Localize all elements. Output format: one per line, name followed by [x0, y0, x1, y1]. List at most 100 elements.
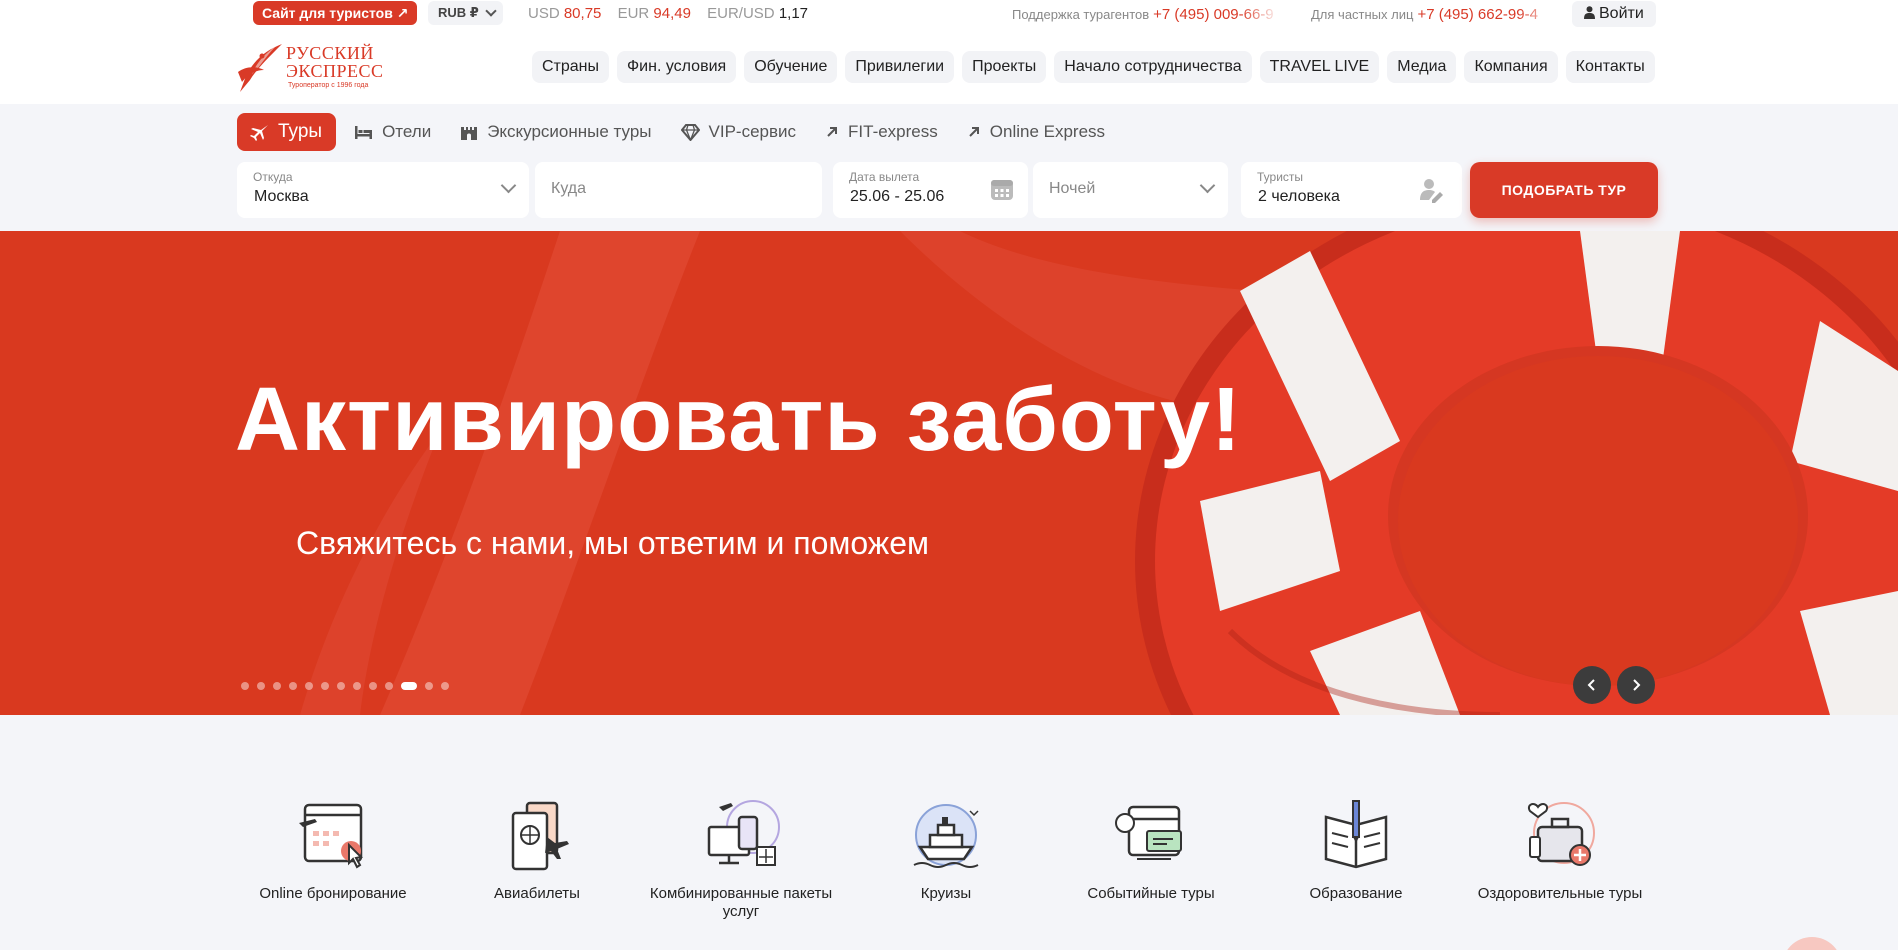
tourists-label: Туристы — [1257, 170, 1304, 184]
tab-online-express[interactable]: Online Express — [953, 113, 1120, 151]
currency-value: RUB ₽ — [438, 5, 479, 20]
event-calendar-icon — [1115, 805, 1182, 860]
arrow-up-right-icon — [825, 125, 839, 139]
swallow-logo-icon — [238, 44, 282, 92]
top-bar: Сайт для туристов ↗ RUB ₽ USD 80,75 EUR … — [0, 0, 1898, 30]
tab-fit-express[interactable]: FIT-express — [811, 113, 953, 151]
date-label: Дата вылета — [849, 170, 920, 184]
slider-dot[interactable] — [257, 682, 265, 690]
nav-countries[interactable]: Страны — [532, 51, 610, 83]
hero-subtitle: Свяжитесь с нами, мы ответим и поможем — [296, 525, 929, 561]
from-value: Москва — [254, 188, 309, 205]
cruise-ship-icon — [913, 804, 979, 868]
combined-packages-icon — [707, 800, 780, 866]
nav-start-cooperation[interactable]: Начало сотрудничества — [1054, 51, 1252, 83]
tab-hotels[interactable]: Отели — [340, 113, 446, 151]
prev-slide-button[interactable] — [1573, 666, 1611, 704]
tourist-site-button[interactable]: Сайт для туристов ↗ — [253, 1, 418, 25]
castle-icon — [460, 123, 478, 141]
category-education[interactable]: Образование — [1256, 797, 1456, 903]
chevron-down-icon — [500, 177, 517, 194]
online-booking-icon — [299, 803, 364, 869]
lifebuoy-image — [1135, 231, 1898, 715]
main-nav: Страны Фин. условия Обучение Привилегии … — [532, 51, 1655, 83]
nav-travel-live[interactable]: TRAVEL LIVE — [1259, 51, 1380, 83]
hero-banner: Активировать заботу! Свяжитесь с нами, м… — [0, 231, 1898, 715]
next-slide-button[interactable] — [1617, 666, 1655, 704]
slider-dot[interactable] — [369, 682, 377, 690]
rate-eur: EUR 94,49 — [617, 5, 691, 22]
slider-dot[interactable] — [425, 682, 433, 690]
category-online-booking[interactable]: Online бронирование — [233, 797, 433, 903]
search-tabs: Туры Отели Экскурсионные туры VIP-сервис… — [237, 113, 1120, 151]
nav-projects[interactable]: Проекты — [962, 51, 1047, 83]
air-tickets-icon — [511, 801, 569, 871]
user-edit-icon — [1419, 177, 1445, 208]
nights-field[interactable]: Ночей — [1033, 162, 1228, 218]
user-icon — [1584, 2, 1595, 28]
slider-dot[interactable] — [401, 682, 417, 690]
login-button[interactable]: Войти — [1572, 1, 1656, 27]
destination-field[interactable]: Куда — [535, 162, 822, 218]
currency-select[interactable]: RUB ₽ — [428, 1, 503, 25]
tourists-value: 2 человека — [1258, 188, 1340, 205]
nights-placeholder: Ночей — [1049, 180, 1096, 197]
wellness-suitcase-icon — [1528, 802, 1595, 866]
service-categories: Online бронирование Авиабилеты Комбиниро… — [0, 715, 1898, 950]
plane-icon — [249, 122, 269, 142]
agent-support: Поддержка турагентов +7 (495) 009-66-9 — [1012, 6, 1274, 23]
arrow-up-right-icon — [967, 125, 981, 139]
hero-title: Активировать заботу! — [235, 370, 1242, 470]
nav-media[interactable]: Медиа — [1387, 51, 1457, 83]
education-book-icon — [1324, 800, 1388, 869]
category-combined-packages[interactable]: Комбинированные пакеты услуг — [641, 797, 841, 921]
logo-line2: ЭКСПРЕСС — [286, 61, 384, 81]
slider-dot[interactable] — [289, 682, 297, 690]
private-support: Для частных лиц +7 (495) 662-99-4 — [1311, 6, 1538, 23]
tab-tours[interactable]: Туры — [237, 113, 337, 151]
diamond-icon — [680, 123, 700, 141]
slider-dot[interactable] — [321, 682, 329, 690]
rate-eur-usd: EUR/USD 1,17 — [707, 5, 809, 22]
tab-vip[interactable]: VIP-сервис — [667, 113, 812, 151]
logo-tagline: Туроператор с 1996 года — [288, 82, 369, 89]
slider-dots — [241, 682, 449, 690]
find-tour-button[interactable]: ПОДОБРАТЬ ТУР — [1470, 162, 1658, 218]
logo-line1: РУССКИЙ — [286, 43, 374, 63]
nav-contacts[interactable]: Контакты — [1565, 51, 1655, 83]
slider-dot[interactable] — [273, 682, 281, 690]
nav-privileges[interactable]: Привилегии — [845, 51, 955, 83]
tab-excursions[interactable]: Экскурсионные туры — [446, 113, 666, 151]
nav-training[interactable]: Обучение — [744, 51, 838, 83]
from-field[interactable]: Откуда Москва — [237, 162, 529, 218]
slider-dot[interactable] — [441, 682, 449, 690]
calendar-icon — [989, 176, 1015, 207]
category-event-tours[interactable]: Событийные туры — [1051, 797, 1251, 903]
chevron-left-icon — [1587, 679, 1595, 691]
chevron-down-icon — [485, 5, 497, 17]
logo[interactable]: РУССКИЙ ЭКСПРЕСС Туроператор с 1996 года — [236, 42, 386, 92]
slider-dot[interactable] — [385, 682, 393, 690]
category-air-tickets[interactable]: Авиабилеты — [437, 797, 637, 903]
category-wellness-tours[interactable]: Оздоровительные туры — [1460, 797, 1660, 903]
tourists-field[interactable]: Туристы 2 человека — [1241, 162, 1462, 218]
date-value: 25.06 - 25.06 — [850, 188, 945, 205]
slider-dot[interactable] — [337, 682, 345, 690]
rate-usd: USD 80,75 — [528, 5, 602, 22]
fade-overlay — [1518, 0, 1558, 30]
slider-dot[interactable] — [353, 682, 361, 690]
site-header: РУССКИЙ ЭКСПРЕСС Туроператор с 1996 года… — [0, 30, 1898, 104]
chevron-down-icon — [1199, 177, 1216, 194]
slider-dot[interactable] — [305, 682, 313, 690]
slider-dot[interactable] — [241, 682, 249, 690]
nav-company[interactable]: Компания — [1464, 51, 1558, 83]
chevron-right-icon — [1633, 679, 1641, 691]
nav-fin-conditions[interactable]: Фин. условия — [617, 51, 737, 83]
exchange-rates: USD 80,75 EUR 94,49 EUR/USD 1,17 — [528, 5, 820, 22]
departure-date-field[interactable]: Дата вылета 25.06 - 25.06 — [833, 162, 1028, 218]
from-label: Откуда — [253, 170, 293, 184]
destination-placeholder: Куда — [551, 180, 587, 197]
category-cruises[interactable]: Круизы — [846, 797, 1046, 903]
fade-overlay — [1240, 0, 1280, 30]
bed-icon — [354, 125, 373, 140]
